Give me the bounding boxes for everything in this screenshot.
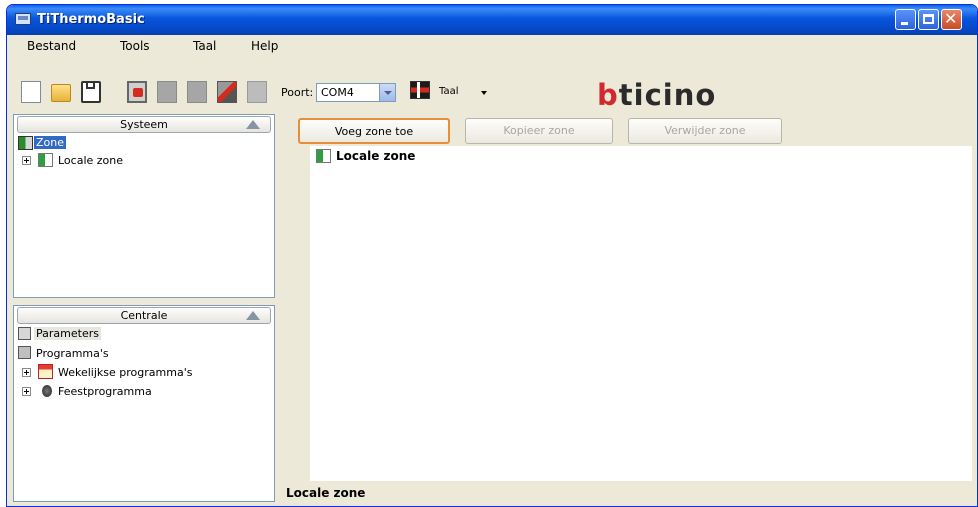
minimize-button[interactable]	[895, 9, 916, 30]
tree-item-label: Locale zone	[58, 154, 124, 167]
menu-bestand[interactable]: Bestand	[27, 39, 76, 53]
tree-item-zone[interactable]: Zone	[18, 135, 78, 151]
zone-list[interactable]: Locale zone	[310, 146, 972, 481]
menu-help[interactable]: Help	[251, 39, 278, 53]
systeem-header[interactable]: Systeem	[17, 116, 271, 133]
tree-item-label: Zone	[34, 136, 67, 149]
copy-zone-button[interactable]: Kopieer zone	[465, 118, 613, 144]
open-folder-icon[interactable]	[51, 84, 71, 102]
tree-item-label: Parameters	[34, 327, 101, 340]
expand-icon[interactable]	[22, 156, 31, 165]
window-title: TiThermoBasic	[37, 12, 145, 27]
add-zone-button[interactable]: Voeg zone toe	[298, 118, 450, 144]
local-zone-icon	[38, 153, 53, 167]
new-file-icon[interactable]	[21, 81, 41, 103]
send-device-icon[interactable]	[217, 81, 237, 103]
systeem-header-label: Systeem	[120, 118, 168, 131]
zone-list-item-label: Locale zone	[336, 149, 416, 163]
close-icon: ✕	[944, 9, 958, 28]
maximize-icon	[923, 14, 934, 24]
app-icon	[15, 13, 31, 25]
menu-tools[interactable]: Tools	[120, 39, 150, 53]
local-zone-icon	[316, 149, 331, 163]
close-button[interactable]: ✕	[941, 9, 962, 30]
tree-item-parameters[interactable]: Parameters	[18, 326, 138, 342]
port-label: Poort:	[281, 86, 314, 99]
receive-icon[interactable]	[157, 81, 177, 103]
collapse-icon[interactable]	[246, 120, 260, 129]
tree-item-label: Programma's	[36, 347, 109, 360]
transmit-icon[interactable]	[187, 81, 207, 103]
tree-item-feestprogramma[interactable]: Feestprogramma	[18, 383, 218, 399]
centrale-panel: Centrale Parameters Programma's Wekelijk…	[13, 305, 275, 502]
status-text: Locale zone	[286, 486, 366, 500]
port-select[interactable]: COM4	[316, 83, 396, 102]
bticino-logo: bticino	[597, 81, 716, 110]
zone-icon	[18, 136, 33, 150]
logo-b: b	[597, 78, 619, 112]
language-dropdown-icon[interactable]	[481, 91, 487, 95]
calendar-icon	[38, 364, 53, 379]
tree-item-label: Feestprogramma	[58, 385, 152, 398]
main-area: Voeg zone toe Kopieer zone Verwijder zon…	[284, 114, 972, 503]
toolbar: Poort: COM4 Taal bticino	[7, 59, 977, 115]
centrale-header[interactable]: Centrale	[17, 307, 271, 324]
document-icon[interactable]	[247, 81, 267, 103]
expand-icon[interactable]	[22, 368, 31, 377]
programs-icon	[18, 346, 31, 359]
menu-taal[interactable]: Taal	[193, 39, 216, 53]
collapse-icon[interactable]	[246, 311, 260, 320]
tree-item-locale-zone[interactable]: Locale zone	[18, 152, 218, 168]
parameters-icon	[18, 327, 31, 340]
party-icon	[42, 385, 52, 397]
expand-icon[interactable]	[22, 387, 31, 396]
title-bar[interactable]: TiThermoBasic ✕	[7, 5, 977, 35]
menu-bar: Bestand Tools Taal Help	[7, 35, 977, 57]
tree-item-wekelijkse[interactable]: Wekelijkse programma's	[18, 364, 248, 380]
status-bar: Locale zone	[284, 485, 972, 503]
port-value: COM4	[321, 86, 354, 99]
remove-zone-button[interactable]: Verwijder zone	[628, 118, 782, 144]
maximize-button[interactable]	[918, 9, 939, 30]
logo-rest: ticino	[618, 78, 717, 112]
minimize-icon	[901, 22, 908, 25]
language-flag-icon[interactable]	[410, 81, 430, 99]
chevron-down-icon[interactable]	[379, 84, 395, 101]
tree-item-programmas[interactable]: Programma's	[18, 345, 168, 361]
save-icon[interactable]	[81, 81, 101, 103]
systeem-panel: Systeem Zone Locale zone	[13, 114, 275, 298]
language-label[interactable]: Taal	[439, 86, 459, 97]
delete-icon[interactable]	[127, 81, 147, 103]
centrale-header-label: Centrale	[120, 309, 168, 322]
tree-item-label: Wekelijkse programma's	[58, 366, 193, 379]
